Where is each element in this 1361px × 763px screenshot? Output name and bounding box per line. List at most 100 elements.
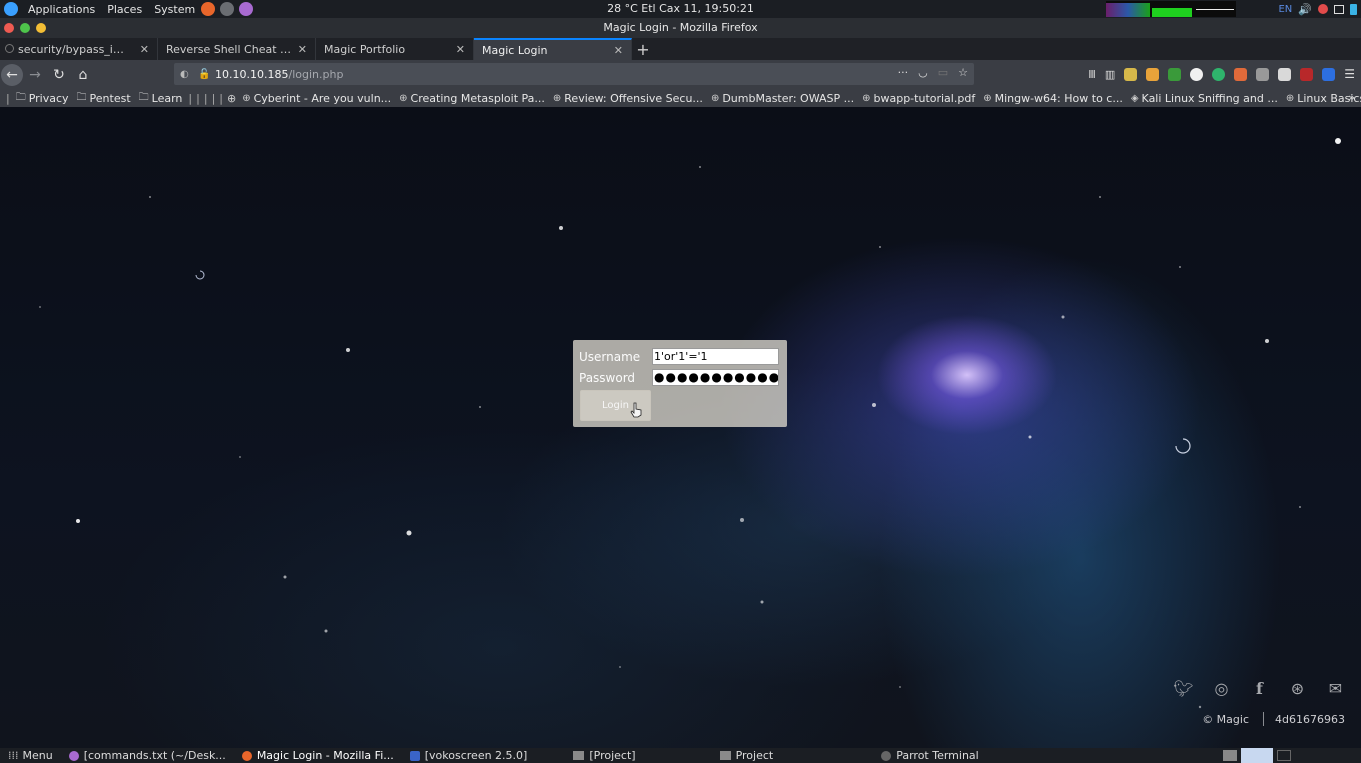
password-input[interactable]: ●●●●●●●●●●● (652, 369, 779, 386)
mail-icon[interactable]: ✉ (1326, 679, 1345, 698)
page-content: Username Password ●●●●●●●●●●● Login 🐦︎ ◎… (0, 107, 1361, 748)
globe-icon: ⊕ (983, 92, 992, 104)
bookmark-folder-pentest[interactable]: 🗀 Pentest (73, 90, 135, 107)
globe-icon: ⊕ (710, 92, 720, 104)
url-path: /login.php (288, 67, 344, 81)
task-project[interactable]: Project (644, 749, 782, 762)
bookmarks-overflow-icon[interactable]: » (1348, 91, 1355, 104)
text-editor-icon (68, 750, 79, 761)
twitter-icon[interactable]: 🐦︎ (1173, 679, 1193, 698)
maximize-window-button[interactable] (20, 23, 30, 33)
system-panel: Applications Places System 28 °C Etl Cax… (0, 0, 1361, 18)
window-list-icon[interactable] (1334, 4, 1344, 14)
tab-strip: security/bypass_image_u ✕ Reverse Shell … (0, 38, 1361, 60)
extension-grammarly-icon[interactable] (1212, 67, 1226, 81)
tab-close-icon[interactable]: ✕ (140, 43, 149, 56)
system-monitor-graph (1106, 1, 1237, 17)
navigation-toolbar: ← → ↻ ⌂ ◐ 🔓 10.10.10.185/login.php ··· ◡… (0, 60, 1361, 89)
forward-button[interactable]: → (23, 63, 47, 87)
bookmark-star-icon[interactable]: ☆ (958, 66, 968, 79)
insecure-connection-icon[interactable]: 🔓 (198, 69, 210, 80)
extension-g-icon[interactable] (1190, 67, 1204, 81)
bookmark-folder-privacy[interactable]: 🗀 Privacy (12, 90, 73, 107)
social-links: 🐦︎ ◎ f ⊛ ✉ (1173, 679, 1345, 698)
hamburger-menu-icon[interactable]: ☰ (1344, 67, 1355, 81)
bookmark-dumbmaster[interactable]: ⊕ DumbMaster: OWASP ... (707, 92, 858, 105)
applications-menu[interactable]: Applications (22, 3, 101, 16)
folder-icon: 🗀 (138, 91, 149, 103)
keyboard-layout[interactable]: EN (1278, 4, 1292, 15)
folder-icon: 🗀 (76, 91, 87, 103)
close-window-button[interactable] (4, 23, 14, 33)
system-menu[interactable]: System (148, 3, 201, 16)
tab-close-icon[interactable]: ✕ (456, 43, 465, 56)
text-editor-launcher-icon[interactable] (239, 2, 254, 16)
extension-linux-icon[interactable] (1124, 67, 1138, 81)
page-footer: © Magic 4d61676963 (1202, 712, 1345, 726)
pocket-icon[interactable]: ◡ (918, 66, 928, 79)
bookmark-offensive-security[interactable]: ⊕ Review: Offensive Secu... (549, 92, 707, 105)
desktop: Applications Places System 28 °C Etl Cax… (0, 0, 1361, 763)
vokoscreen-icon (409, 750, 420, 761)
extension-foxy-icon[interactable] (1234, 67, 1248, 81)
workspace-2-preview[interactable] (1277, 750, 1291, 761)
username-label: Username (579, 349, 641, 364)
extension-mail-icon[interactable] (1146, 67, 1160, 81)
tab-reverse-shell[interactable]: Reverse Shell Cheat Sheet | ✕ (158, 38, 316, 60)
tracking-shield-icon[interactable]: ◐ (180, 69, 192, 80)
bookmark-bwapp[interactable]: ⊕ bwapp-tutorial.pdf (858, 92, 979, 105)
tab-security-bypass[interactable]: security/bypass_image_u ✕ (0, 38, 158, 60)
extension-wappalyzer-icon[interactable] (1256, 67, 1270, 81)
tab-loading-icon (5, 44, 14, 53)
task-commands-txt[interactable]: [commands.txt (~/Desk... (61, 749, 234, 762)
bookmark-cyberint[interactable]: ⊕ Cyberint - Are you vuln... (238, 92, 395, 105)
volume-icon[interactable]: 🔊 (1298, 3, 1312, 16)
workspace-1-preview[interactable] (1241, 748, 1273, 763)
username-input[interactable] (652, 348, 779, 365)
dribbble-icon[interactable]: ⊛ (1288, 679, 1307, 698)
page-actions-icon[interactable]: ··· (898, 66, 909, 79)
bottom-taskbar: ⁞⁞⁞ Menu [commands.txt (~/Desk... Magic … (0, 748, 1361, 763)
facebook-icon[interactable]: f (1250, 679, 1269, 698)
reader-mode-icon[interactable]: ▭ (938, 66, 948, 79)
tab-magic-login[interactable]: Magic Login ✕ (474, 38, 632, 60)
password-label: Password (579, 370, 636, 385)
bookmark-folder-learn[interactable]: 🗀 Learn (135, 90, 187, 107)
tab-magic-portfolio[interactable]: Magic Portfolio ✕ (316, 38, 474, 60)
globe-icon: ⊕ (862, 92, 871, 104)
task-parrot-terminal[interactable]: Parrot Terminal (781, 749, 987, 762)
kali-icon: ◈ (1130, 92, 1139, 104)
url-bar[interactable]: ◐ 🔓 10.10.10.185/login.php ··· ◡ ▭ ☆ (174, 63, 974, 85)
sidebar-icon[interactable]: ▥ (1105, 68, 1115, 81)
task-project-bracket[interactable]: [Project] (535, 749, 643, 762)
bookmarks-toolbar: | 🗀 Privacy 🗀 Pentest 🗀 Learn | | | | | ⊕ ⊕ Cybe… (0, 89, 1361, 107)
power-icon[interactable] (1318, 4, 1328, 14)
firefox-launcher-icon[interactable] (201, 2, 216, 16)
battery-icon (1350, 3, 1357, 15)
task-firefox[interactable]: Magic Login - Mozilla Fi... (234, 749, 402, 762)
home-button[interactable]: ⌂ (71, 63, 95, 87)
library-icon[interactable]: Ⅲ (1088, 68, 1096, 81)
parrot-logo-icon[interactable] (4, 2, 18, 16)
back-button[interactable]: ← (1, 63, 23, 86)
extension-download-icon[interactable] (1168, 67, 1182, 81)
bookmark-kali-sniffing[interactable]: ◈ Kali Linux Sniffing and ... (1127, 92, 1282, 105)
tab-close-icon[interactable]: ✕ (614, 44, 623, 57)
new-tab-button[interactable]: + (632, 38, 654, 60)
extension-ublock-icon[interactable] (1300, 67, 1314, 81)
extension-zoom-icon[interactable] (1322, 67, 1336, 81)
task-vokoscreen[interactable]: [vokoscreen 2.5.0] (402, 749, 536, 762)
minimize-window-button[interactable] (36, 23, 46, 33)
reload-button[interactable]: ↻ (47, 63, 71, 87)
instagram-icon[interactable]: ◎ (1212, 679, 1231, 698)
places-menu[interactable]: Places (101, 3, 148, 16)
menu-button[interactable]: ⁞⁞⁞ Menu (0, 749, 61, 762)
extension-cookie-icon[interactable] (1278, 67, 1292, 81)
tab-close-icon[interactable]: ✕ (298, 43, 307, 56)
workspace-icon[interactable] (1223, 750, 1237, 761)
globe-icon: ⊕ (399, 92, 408, 104)
window-title: Magic Login - Mozilla Firefox (603, 21, 758, 34)
bookmark-mingw[interactable]: ⊕ Mingw-w64: How to c... (979, 92, 1127, 105)
bookmark-metasploit[interactable]: ⊕ Creating Metasploit Pa... (395, 92, 549, 105)
terminal-launcher-icon[interactable] (220, 2, 235, 16)
